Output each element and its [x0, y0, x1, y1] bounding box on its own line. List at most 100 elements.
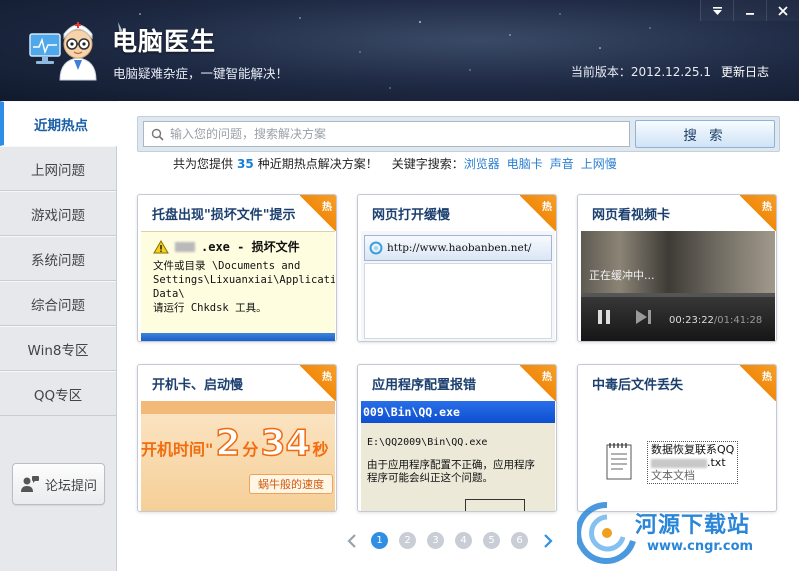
- pager: 1 2 3 4 5 6: [343, 532, 556, 549]
- hot-card-slow-webpage[interactable]: 网页打开缓慢 热 http://www.haobanben.net/: [357, 194, 557, 342]
- app-slogan: 电脑疑难杂症，一键智能解决！: [113, 66, 289, 81]
- video-control-bar: 00:23:22/01:41:28: [581, 293, 775, 341]
- card-title: 托盘出现"损坏文件"提示: [152, 208, 296, 223]
- search-input-box: [143, 121, 630, 147]
- sidebar-item-system[interactable]: 系统问题: [0, 236, 116, 281]
- card-title: 应用程序配置报错: [372, 378, 477, 393]
- minimize-icon: [746, 12, 754, 15]
- browser-address-bar: http://www.haobanben.net/: [364, 235, 552, 261]
- error-title-text: .exe - 损坏文件: [201, 240, 300, 254]
- card-thumbnail: 数据恢复联系QQ .txt 文本文档: [581, 401, 775, 511]
- file-ext: .txt: [707, 456, 726, 469]
- page-dot-3[interactable]: 3: [427, 532, 444, 549]
- error-dialog-title: .exe - 损坏文件: [153, 238, 300, 255]
- prev-page-button[interactable]: [343, 532, 360, 549]
- hot-badge: 热: [520, 195, 556, 231]
- file-name-line2: .txt: [651, 456, 734, 469]
- blurred-filename: [175, 241, 195, 252]
- changelog-link[interactable]: 更新日志: [721, 63, 769, 80]
- video-time-current: 00:23:22: [669, 315, 714, 326]
- loading-icon: [369, 241, 383, 255]
- hot-card-app-config-error[interactable]: 应用程序配置报错 热 009\Bin\QQ.exe E:\QQ2009\Bin\…: [357, 364, 557, 512]
- menu-dropdown-button[interactable]: [700, 0, 733, 21]
- boot-seconds: 34: [260, 422, 312, 465]
- page-dot-2[interactable]: 2: [399, 532, 416, 549]
- minimize-button[interactable]: [733, 0, 766, 21]
- close-button[interactable]: [766, 0, 799, 21]
- blurred-filename: [651, 458, 707, 468]
- hot-badge: 热: [520, 365, 556, 401]
- chevron-right-icon: [543, 533, 553, 548]
- video-frame: [581, 231, 775, 293]
- chevron-left-icon: [346, 533, 356, 548]
- keyword-slow-pc-link[interactable]: 电脑卡: [507, 155, 543, 172]
- file-info: 数据恢复联系QQ .txt 文本文档: [647, 441, 739, 484]
- hot-card-video-lag[interactable]: 网页看视频卡 热 正在缓冲中... 00:23:22/01:41:28: [577, 194, 777, 342]
- page-dot-6[interactable]: 6: [511, 532, 528, 549]
- card-title: 网页打开缓慢: [372, 208, 451, 223]
- hot-card-damaged-file[interactable]: 托盘出现"损坏文件"提示 热 .exe - 损坏文件 文件或目录 \Docume…: [137, 194, 337, 342]
- boot-minutes: 2: [215, 422, 242, 465]
- search-icon: [144, 122, 170, 146]
- hot-count: 35: [237, 156, 254, 171]
- sidebar-item-general[interactable]: 综合问题: [0, 281, 116, 326]
- file-name-line1: 数据恢复联系QQ: [651, 443, 735, 456]
- page-dot-1[interactable]: 1: [371, 532, 388, 549]
- app-title: 电脑医生: [112, 27, 217, 56]
- hot-badge-label: 热: [542, 372, 552, 383]
- hot-badge: 热: [300, 365, 336, 401]
- boot-seconds-unit: 秒: [312, 440, 329, 459]
- decor-strip: [141, 401, 335, 414]
- hot-summary-line: 共为您提供 35 种近期热点解决方案！ 关键字搜索： 浏览器 电脑卡 声音 上网…: [173, 155, 617, 172]
- search-bar: 搜 索: [137, 116, 780, 152]
- hot-card-file-lost[interactable]: 中毒后文件丢失 热 数据恢复联系QQ .txt 文本文档: [577, 364, 777, 512]
- blank-page-area: [364, 263, 552, 339]
- sidebar-item-games[interactable]: 游戏问题: [0, 191, 116, 236]
- forum-ask-label: 论坛提问: [44, 478, 97, 494]
- window-controls: [700, 0, 799, 21]
- hot-prefix: 共为您提供: [173, 157, 234, 171]
- boot-time-display: 开机时间 " 2 分 34 秒: [141, 422, 329, 465]
- buffering-text: 正在缓冲中...: [589, 269, 655, 282]
- hot-badge-label: 热: [542, 202, 552, 213]
- text-document-icon: [606, 443, 632, 480]
- keyword-search-label: 关键字搜索：: [391, 157, 464, 171]
- sidebar-item-recent-hot[interactable]: 近期热点: [0, 101, 118, 146]
- error-message: 由于应用程序配置不正确，应用程序 程序可能会纠正这个问题。: [367, 459, 535, 484]
- sidebar-item-qq[interactable]: QQ专区: [0, 371, 116, 416]
- page-dot-4[interactable]: 4: [455, 532, 472, 549]
- forum-ask-button[interactable]: 论坛提问: [12, 463, 105, 505]
- boot-minutes-unit: 分: [242, 440, 259, 459]
- main-panel: 搜 索 共为您提供 35 种近期热点解决方案！ 关键字搜索： 浏览器 电脑卡 声…: [118, 101, 799, 571]
- search-input[interactable]: [170, 123, 620, 145]
- app-header: 电脑医生 电脑疑难杂症，一键智能解决！ 当前版本：2012.12.25.1 更新…: [0, 0, 799, 101]
- keyword-sound-link[interactable]: 声音: [550, 155, 574, 172]
- boot-time-label: 开机时间: [141, 440, 206, 459]
- error-dialog-body: 文件或目录 \Documents and Settings\Lixuanxiai…: [153, 260, 335, 314]
- menu-dropdown-icon: [712, 6, 722, 15]
- video-time: 00:23:22/01:41:28: [669, 315, 762, 326]
- doctor-logo-icon: [26, 16, 104, 82]
- hot-badge-label: 热: [322, 202, 332, 213]
- page-dot-5[interactable]: 5: [483, 532, 500, 549]
- sidebar: 近期热点 上网问题 游戏问题 系统问题 综合问题 Win8专区 QQ专区 论坛提…: [0, 101, 118, 571]
- pause-icon: [598, 310, 610, 324]
- sidebar-item-win8[interactable]: Win8专区: [0, 326, 116, 371]
- hot-card-slow-boot[interactable]: 开机卡、启动慢 热 开机时间 " 2 分 34 秒 蜗牛般的速度: [137, 364, 337, 512]
- hot-badge-label: 热: [762, 202, 772, 213]
- error-window-titlebar: 009\Bin\QQ.exe: [361, 401, 555, 423]
- close-icon: [778, 5, 788, 16]
- card-title: 开机卡、启动慢: [152, 378, 244, 393]
- next-page-button[interactable]: [539, 532, 556, 549]
- sidebar-item-internet[interactable]: 上网问题: [0, 146, 116, 191]
- card-thumbnail: http://www.haobanben.net/: [361, 231, 555, 341]
- hot-badge: 热: [300, 195, 336, 231]
- keyword-slow-internet-link[interactable]: 上网慢: [581, 155, 617, 172]
- video-progress-track: [581, 293, 775, 297]
- card-thumbnail: 正在缓冲中... 00:23:22/01:41:28: [581, 231, 775, 341]
- search-button[interactable]: 搜 索: [635, 120, 775, 148]
- taskbar-strip: [141, 333, 335, 341]
- card-thumbnail: .exe - 损坏文件 文件或目录 \Documents and Setting…: [141, 231, 335, 341]
- keyword-browser-link[interactable]: 浏览器: [464, 155, 500, 172]
- version-label: 当前版本：2012.12.25.1: [570, 65, 711, 79]
